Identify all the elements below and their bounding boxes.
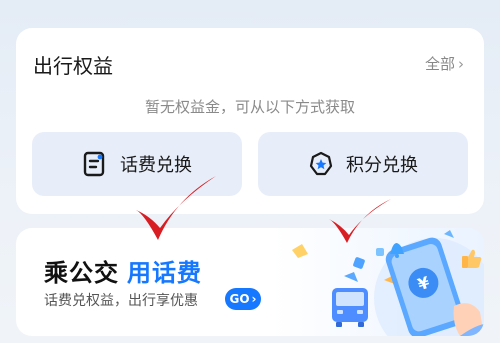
points-redeem-label: 积分兑换 bbox=[346, 155, 418, 176]
view-all-label: 全部 bbox=[424, 55, 455, 73]
view-all-link[interactable]: 全部 › bbox=[425, 53, 464, 74]
check-mark-icon bbox=[136, 176, 216, 240]
chevron-right-icon: › bbox=[251, 292, 257, 306]
promo-title: 乘公交 用话费 bbox=[44, 253, 202, 288]
promo-title-dark: 乘公交 bbox=[44, 259, 119, 287]
travel-benefits-card: 出行权益 全部 › 暂无权益金，可从以下方式获取 话费兑换 积分兑换 bbox=[16, 28, 484, 214]
go-button[interactable]: GO › bbox=[225, 288, 261, 310]
bus-icon bbox=[332, 288, 368, 327]
points-redeem-button[interactable]: 积分兑换 bbox=[258, 132, 468, 196]
chevron-right-icon: › bbox=[458, 54, 464, 73]
card-title: 出行权益 bbox=[33, 54, 113, 78]
phone-bill-icon bbox=[82, 151, 108, 177]
promo-title-blue: 用话费 bbox=[127, 259, 202, 287]
check-mark-icon bbox=[329, 199, 391, 243]
go-label: GO bbox=[229, 292, 250, 306]
promo-subtitle: 话费兑权益，出行享优惠 bbox=[44, 293, 198, 309]
points-badge-icon bbox=[308, 151, 334, 177]
empty-hint: 暂无权益金，可从以下方式获取 bbox=[144, 98, 355, 116]
promo-banner[interactable]: 乘公交 用话费 话费兑权益，出行享优惠 GO › ¥ bbox=[16, 228, 484, 336]
